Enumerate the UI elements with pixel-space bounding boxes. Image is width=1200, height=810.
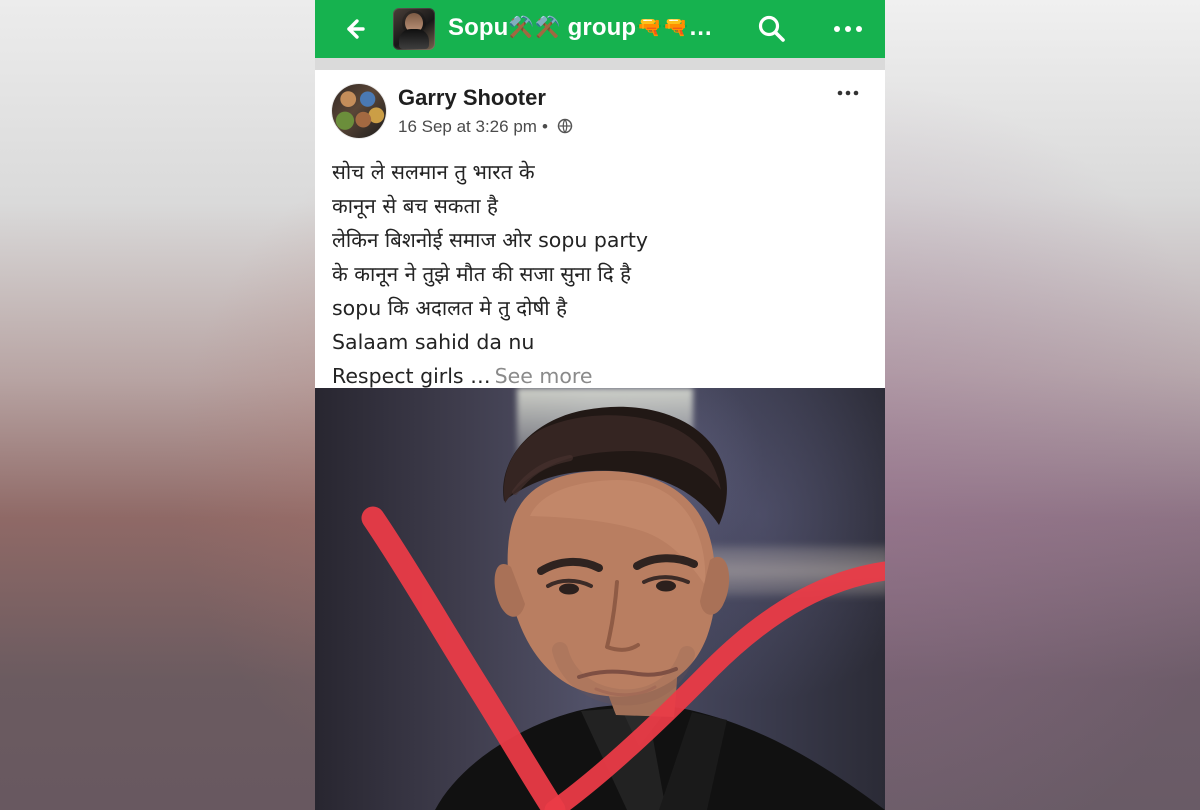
post-date[interactable]: 16 Sep at 3:26 pm	[398, 117, 537, 136]
post-line: के कानून ने तुझे मौत की सजा सुना दि है	[332, 262, 632, 286]
post-line: सोच ले सलमान तु भारत के	[332, 160, 535, 184]
post-text: सोच ले सलमान तु भारत के कानून से बच सकता…	[332, 155, 867, 393]
more-icon	[834, 26, 862, 32]
back-button[interactable]	[339, 14, 369, 44]
more-icon	[837, 90, 859, 96]
post-line: sopu कि अदालत मे तु दोषी है	[332, 296, 568, 320]
post-card: Garry Shooter 16 Sep at 3:26 pm • सोच ले …	[315, 70, 885, 810]
portrait-illustration	[361, 406, 885, 810]
phone-screen: Sopu⚒️⚒️ group🔫🔫… Garry Shooter 16 Sep a…	[315, 0, 885, 810]
post-photo[interactable]	[315, 388, 885, 810]
post-line: लेकिन बिशनोई समाज ओर sopu party	[332, 228, 649, 252]
globe-icon	[557, 118, 572, 134]
post-ellipsis: …	[470, 364, 491, 388]
meta-separator: •	[541, 117, 548, 136]
group-title-emoji-3: 🔫🔫	[636, 16, 689, 39]
group-title-suffix: group	[567, 14, 637, 41]
group-title[interactable]: Sopu⚒️⚒️ group🔫🔫…	[448, 13, 713, 43]
back-arrow-icon	[347, 19, 365, 39]
header-more-button[interactable]	[829, 15, 867, 43]
group-title-text: Sopu	[448, 14, 509, 41]
post-line: Salaam sahid da nu	[332, 330, 535, 354]
group-header: Sopu⚒️⚒️ group🔫🔫…	[315, 0, 885, 58]
post-meta: 16 Sep at 3:26 pm •	[398, 117, 573, 137]
group-title-emoji-1: ⚒️	[508, 16, 535, 39]
author-name[interactable]: Garry Shooter	[398, 86, 546, 110]
post-line-text: Respect girls	[332, 364, 464, 388]
post-line: कानून से बच सकता है	[332, 194, 498, 218]
author-avatar[interactable]	[332, 84, 386, 138]
group-title-emoji-2: ⚒️	[534, 16, 561, 39]
search-button[interactable]	[755, 12, 789, 46]
group-title-truncation: …	[688, 14, 713, 41]
post-more-button[interactable]	[834, 84, 862, 102]
search-icon	[758, 15, 785, 42]
header-separator	[315, 58, 885, 70]
group-avatar[interactable]	[393, 8, 435, 50]
see-more-link[interactable]: See more	[495, 364, 593, 388]
